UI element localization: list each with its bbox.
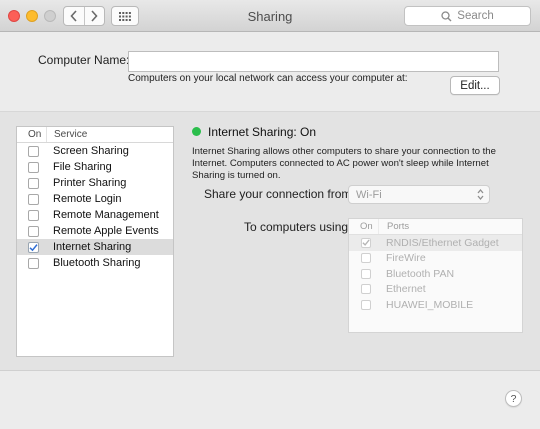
service-row[interactable]: Remote Management xyxy=(17,207,173,223)
sharing-window: Sharing Search Computer Name: Computers … xyxy=(0,0,540,429)
service-row[interactable]: File Sharing xyxy=(17,159,173,175)
ports-header-on: On xyxy=(349,219,379,234)
checkmark-icon xyxy=(362,239,370,247)
service-checkbox[interactable] xyxy=(28,257,39,269)
service-row[interactable]: Bluetooth Sharing xyxy=(17,255,173,271)
search-placeholder: Search xyxy=(457,10,494,22)
share-from-popup[interactable]: Wi-Fi xyxy=(348,185,490,204)
title-bar: Sharing Search xyxy=(0,0,540,32)
service-checkbox[interactable] xyxy=(28,161,39,173)
service-label: File Sharing xyxy=(53,161,112,173)
port-row[interactable]: Ethernet xyxy=(349,282,522,298)
service-label: Printer Sharing xyxy=(53,177,127,189)
service-row[interactable]: Remote Login xyxy=(17,191,173,207)
status-title: Internet Sharing: On xyxy=(208,125,317,139)
service-row[interactable]: Internet Sharing xyxy=(17,239,173,255)
service-label: Bluetooth Sharing xyxy=(53,257,141,269)
search-field[interactable]: Search xyxy=(404,6,531,26)
service-row[interactable]: Remote Apple Events xyxy=(17,223,173,239)
status-indicator xyxy=(192,127,201,136)
service-checkbox[interactable] xyxy=(28,209,39,221)
port-label: Ethernet xyxy=(386,283,426,296)
port-label: Bluetooth PAN xyxy=(386,267,455,280)
ports-header-ports: Ports xyxy=(387,221,410,232)
service-row[interactable]: Printer Sharing xyxy=(17,175,173,191)
service-label: Remote Login xyxy=(53,193,122,205)
checkmark-icon xyxy=(29,243,38,251)
edit-button[interactable]: Edit... xyxy=(450,76,500,95)
service-description: Internet Sharing allows other computers … xyxy=(192,146,496,181)
bottom-divider xyxy=(0,370,540,371)
port-row[interactable]: Bluetooth PAN xyxy=(349,266,522,282)
ports-header: On Ports xyxy=(349,219,522,235)
port-checkbox[interactable] xyxy=(361,253,371,264)
service-label: Screen Sharing xyxy=(53,145,129,157)
computer-name-hint: Computers on your local network can acce… xyxy=(128,73,408,84)
service-list-header: On Service xyxy=(17,127,173,143)
port-label: FireWire xyxy=(386,252,426,265)
service-label: Remote Apple Events xyxy=(53,225,159,237)
help-button[interactable]: ? xyxy=(505,390,522,407)
service-list: On Service Screen Sharing File Sharing Pri… xyxy=(16,126,174,357)
port-row[interactable]: HUAWEI_MOBILE xyxy=(349,297,522,313)
port-row[interactable]: RNDIS/Ethernet Gadget xyxy=(349,235,522,251)
port-checkbox[interactable] xyxy=(361,237,371,248)
port-label: RNDIS/Ethernet Gadget xyxy=(386,236,499,249)
service-checkbox[interactable] xyxy=(28,145,39,157)
popup-arrows-icon xyxy=(477,188,484,201)
port-label: HUAWEI_MOBILE xyxy=(386,298,474,311)
ports-table: On Ports RNDIS/Ethernet Gadget FireWire Bl… xyxy=(348,218,523,333)
search-icon xyxy=(441,10,452,21)
service-checkbox[interactable] xyxy=(28,241,39,253)
service-label: Internet Sharing xyxy=(53,241,132,253)
port-row[interactable]: FireWire xyxy=(349,251,522,267)
computer-name-label: Computer Name: xyxy=(38,53,130,67)
share-from-label: Share your connection from: xyxy=(204,187,355,201)
to-computers-label: To computers using: xyxy=(244,220,352,234)
service-checkbox[interactable] xyxy=(28,193,39,205)
service-checkbox[interactable] xyxy=(28,225,39,237)
service-row[interactable]: Screen Sharing xyxy=(17,143,173,159)
service-label: Remote Management xyxy=(53,209,159,221)
port-checkbox[interactable] xyxy=(361,284,371,295)
computer-name-input[interactable] xyxy=(128,51,499,72)
share-from-value: Wi-Fi xyxy=(356,188,382,201)
header-on[interactable]: On xyxy=(17,127,47,142)
header-service[interactable]: Service xyxy=(47,129,87,140)
port-checkbox[interactable] xyxy=(361,268,371,279)
port-checkbox[interactable] xyxy=(361,299,371,310)
service-checkbox[interactable] xyxy=(28,177,39,189)
